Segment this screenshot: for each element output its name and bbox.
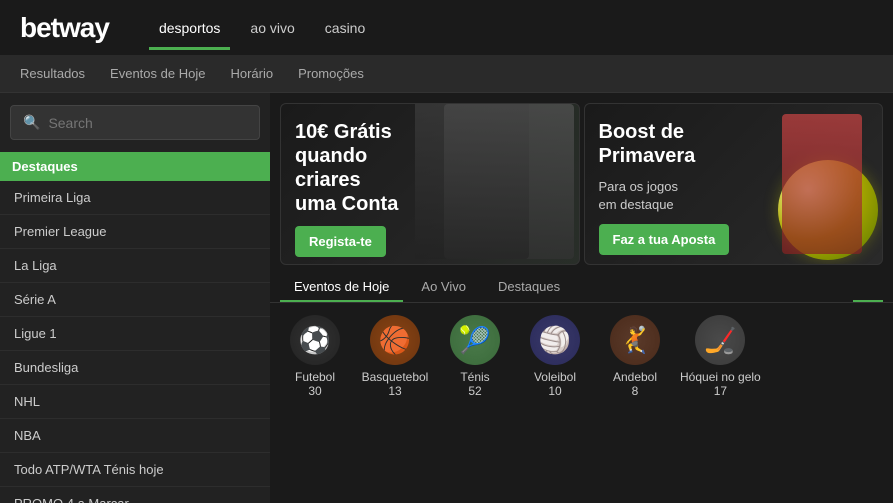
sidebar-item-promo[interactable]: PROMO 4 a Marcar: [0, 487, 270, 503]
nav-tab-casino[interactable]: casino: [315, 14, 375, 42]
hoquei-count: 17: [714, 384, 727, 398]
sport-voleibol[interactable]: 🏐 Voleibol 10: [520, 315, 590, 398]
tenis-icon: 🎾: [450, 315, 500, 365]
top-nav: betway desportos ao vivo casino: [0, 0, 893, 55]
sport-hoquei[interactable]: 🏒 Hóquei no gelo 17: [680, 315, 761, 398]
sidebar-item-la-liga[interactable]: La Liga: [0, 249, 270, 283]
secondary-nav-horario[interactable]: Horário: [230, 66, 273, 81]
hoquei-name: Hóquei no gelo: [680, 370, 761, 384]
sidebar-item-bundesliga[interactable]: Bundesliga: [0, 351, 270, 385]
sidebar-section-destaques: Destaques: [0, 152, 270, 181]
banner-boost-image: [718, 104, 882, 264]
nav-tabs: desportos ao vivo casino: [149, 14, 375, 42]
voleibol-icon: 🏐: [530, 315, 580, 365]
banner-register-title: 10€ Grátisquandocriaresuma Conta: [295, 120, 398, 216]
sport-futebol[interactable]: ⚽ Futebol 30: [280, 315, 350, 398]
search-icon: 🔍: [23, 114, 40, 131]
content-tabs: Eventos de Hoje Ao Vivo Destaques: [270, 271, 893, 303]
banners: 10€ Grátisquandocriaresuma Conta Regista…: [270, 93, 893, 271]
nav-tab-ao-vivo[interactable]: ao vivo: [240, 14, 304, 42]
secondary-nav: Resultados Eventos de Hoje Horário Promo…: [0, 55, 893, 93]
banner-register-button[interactable]: Regista-te: [295, 226, 386, 257]
voleibol-name: Voleibol: [534, 370, 576, 384]
hoquei-icon: 🏒: [695, 315, 745, 365]
banner-register-text: 10€ Grátisquandocriaresuma Conta Regista…: [295, 120, 398, 257]
basquetebol-name: Basquetebol: [362, 370, 429, 384]
tab-destaques[interactable]: Destaques: [484, 271, 574, 302]
basquetebol-count: 13: [388, 384, 401, 398]
sidebar-item-premier-league[interactable]: Premier League: [0, 215, 270, 249]
search-box[interactable]: 🔍: [10, 105, 260, 140]
main-layout: 🔍 Destaques Primeira Liga Premier League…: [0, 93, 893, 503]
nav-tab-desportos[interactable]: desportos: [149, 14, 230, 42]
banner-register-image: [415, 104, 579, 264]
tenis-name: Ténis: [460, 370, 489, 384]
tab-green-indicator: [853, 300, 883, 302]
basquetebol-icon: 🏀: [370, 315, 420, 365]
logo: betway: [20, 12, 109, 44]
sidebar-item-serie-a[interactable]: Série A: [0, 283, 270, 317]
sport-andebol[interactable]: 🤾 Andebol 8: [600, 315, 670, 398]
tab-ao-vivo[interactable]: Ao Vivo: [407, 271, 480, 302]
sport-tenis[interactable]: 🎾 Ténis 52: [440, 315, 510, 398]
futebol-icon: ⚽: [290, 315, 340, 365]
sidebar: 🔍 Destaques Primeira Liga Premier League…: [0, 93, 270, 503]
banner-boost-button[interactable]: Faz a tua Aposta: [599, 224, 730, 255]
content-area: 10€ Grátisquandocriaresuma Conta Regista…: [270, 93, 893, 503]
futebol-name: Futebol: [295, 370, 335, 384]
andebol-count: 8: [632, 384, 639, 398]
secondary-nav-resultados[interactable]: Resultados: [20, 66, 85, 81]
banner-boost: Boost dePrimavera Para os jogosem destaq…: [584, 103, 884, 265]
sidebar-item-nba[interactable]: NBA: [0, 419, 270, 453]
banner-boost-text: Boost dePrimavera Para os jogosem destaq…: [599, 120, 730, 255]
andebol-name: Andebol: [613, 370, 657, 384]
sidebar-item-tennis[interactable]: Todo ATP/WTA Ténis hoje: [0, 453, 270, 487]
sidebar-item-ligue-1[interactable]: Ligue 1: [0, 317, 270, 351]
search-input[interactable]: [48, 115, 247, 131]
sport-basquetebol[interactable]: 🏀 Basquetebol 13: [360, 315, 430, 398]
futebol-count: 30: [308, 384, 321, 398]
sports-row: ⚽ Futebol 30 🏀 Basquetebol 13 🎾 Ténis 52…: [270, 303, 893, 406]
voleibol-count: 10: [548, 384, 561, 398]
tenis-count: 52: [468, 384, 481, 398]
sidebar-item-primeira-liga[interactable]: Primeira Liga: [0, 181, 270, 215]
banner-register: 10€ Grátisquandocriaresuma Conta Regista…: [280, 103, 580, 265]
banner-boost-subtitle: Para os jogosem destaque: [599, 178, 730, 214]
andebol-icon: 🤾: [610, 315, 660, 365]
secondary-nav-eventos[interactable]: Eventos de Hoje: [110, 66, 205, 81]
secondary-nav-promocoes[interactable]: Promoções: [298, 66, 364, 81]
banner-boost-title: Boost dePrimavera: [599, 120, 730, 168]
sidebar-item-nhl[interactable]: NHL: [0, 385, 270, 419]
tab-eventos-hoje[interactable]: Eventos de Hoje: [280, 271, 403, 302]
